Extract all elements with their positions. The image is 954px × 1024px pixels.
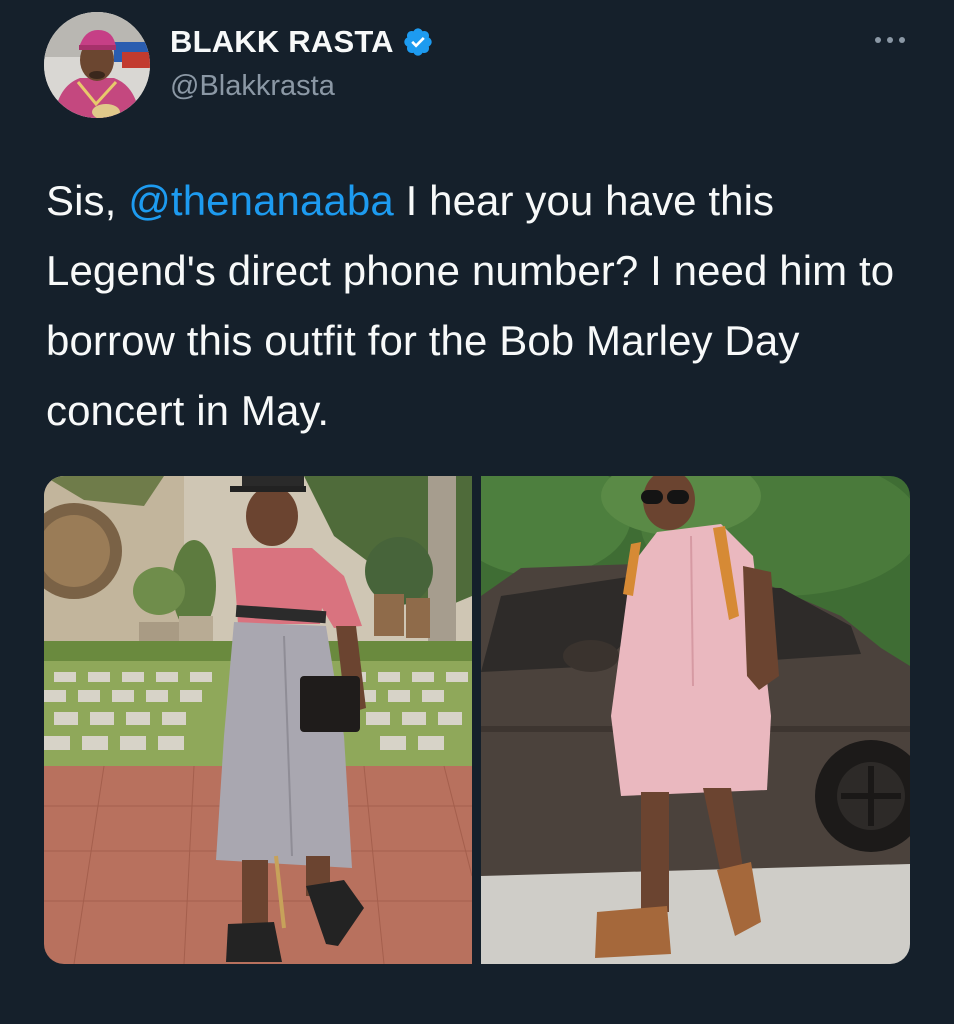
display-name[interactable]: BLAKK RASTA: [170, 24, 394, 60]
photo-right-image: [481, 476, 910, 964]
photo-right[interactable]: [481, 476, 910, 964]
tweet-text: Sis, @thenanaaba I hear you have this Le…: [46, 166, 916, 446]
author-avatar[interactable]: [44, 12, 150, 118]
verified-badge-icon: [402, 26, 434, 58]
author-info: BLAKK RASTA @Blakkrasta: [170, 22, 434, 103]
tweet: BLAKK RASTA @Blakkrasta Sis, @thenanaaba…: [0, 0, 954, 1024]
photo-left-image: [44, 476, 472, 964]
photo-left[interactable]: [44, 476, 472, 964]
avatar-image: [44, 12, 150, 118]
author-handle[interactable]: @Blakkrasta: [170, 70, 434, 103]
media-grid: [44, 476, 910, 964]
mention-link[interactable]: @thenanaaba: [128, 177, 394, 224]
tweet-text-prefix: Sis,: [46, 177, 129, 224]
more-options-icon[interactable]: [870, 28, 910, 52]
name-row: BLAKK RASTA: [170, 22, 434, 62]
